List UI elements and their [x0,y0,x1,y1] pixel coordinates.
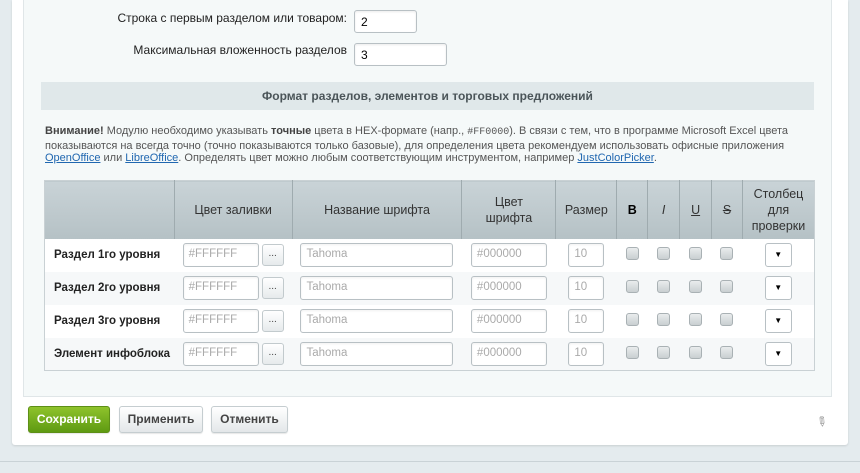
row-label: Элемент инфоблока [45,338,175,371]
note-bold: точные [271,125,311,137]
underline-checkbox[interactable] [689,313,702,326]
note-text: цвета в HEX-формате (напр., [311,125,467,137]
color-picker-button[interactable]: ... [262,244,284,266]
font-size-input[interactable]: 10 [568,276,604,300]
font-size-input[interactable]: 10 [568,342,604,366]
section-header: Формат разделов, элементов и торговых пр… [41,82,814,110]
note-text: . Определять цвет можно любым соответств… [178,152,577,164]
header-fill-color: Цвет заливки [174,181,292,239]
note-example: #FF0000 [467,127,509,138]
openoffice-link[interactable]: OpenOffice [45,152,100,164]
max-depth-input[interactable]: 3 [354,43,447,66]
header-size: Размер [556,181,617,239]
font-color-input[interactable]: #000000 [471,342,547,366]
check-column-select[interactable]: ▼ [765,276,792,300]
font-color-input[interactable]: #000000 [471,276,547,300]
underline-checkbox[interactable] [689,280,702,293]
first-row-input[interactable]: 2 [354,10,417,33]
header-check-column: Столбец для проверки [742,181,814,239]
italic-checkbox[interactable] [657,247,670,260]
table-row: Раздел 1го уровня #FFFFFF... Tahoma #000… [45,239,815,272]
strike-checkbox[interactable] [720,313,733,326]
max-depth-label: Максимальная вложенность разделов [60,43,347,57]
header-font-color: Цвет шрифта [462,181,556,239]
apply-button[interactable]: Применить [119,406,203,433]
bold-checkbox[interactable] [626,313,639,326]
warning-note: Внимание! Модулю необходимо указывать то… [45,125,815,165]
header-strike: S [712,181,743,239]
header-bold: B [617,181,648,239]
header-font-name: Название шрифта [292,181,462,239]
note-text: . [654,152,657,164]
note-text: Модулю необходимо указывать [104,125,271,137]
note-text: или [100,152,125,164]
underline-checkbox[interactable] [689,346,702,359]
format-table: Цвет заливкиНазвание шрифтаЦвет шрифтаРа… [44,180,815,371]
check-column-select[interactable]: ▼ [765,309,792,333]
strike-checkbox[interactable] [720,280,733,293]
bold-checkbox[interactable] [626,247,639,260]
color-picker-button[interactable]: ... [262,277,284,299]
cancel-button[interactable]: Отменить [211,406,288,433]
header-blank [45,181,175,239]
italic-checkbox[interactable] [657,346,670,359]
font-color-input[interactable]: #000000 [471,309,547,333]
warning-label: Внимание! [45,125,104,137]
font-name-input[interactable]: Tahoma [300,342,453,366]
table-row: Раздел 2го уровня #FFFFFF... Tahoma #000… [45,272,815,305]
justcolorpicker-link[interactable]: JustColorPicker [577,152,653,164]
table-row: Элемент инфоблока #FFFFFF... Tahoma #000… [45,338,815,371]
strike-checkbox[interactable] [720,346,733,359]
bold-checkbox[interactable] [626,346,639,359]
font-color-input[interactable]: #000000 [471,243,547,267]
font-size-input[interactable]: 10 [568,243,604,267]
bold-checkbox[interactable] [626,280,639,293]
table-row: Раздел 3го уровня #FFFFFF... Tahoma #000… [45,305,815,338]
check-column-select[interactable]: ▼ [765,342,792,366]
header-italic: I [648,181,680,239]
fill-color-input[interactable]: #FFFFFF [183,342,259,366]
italic-checkbox[interactable] [657,280,670,293]
row-label: Раздел 1го уровня [45,239,175,272]
underline-checkbox[interactable] [689,247,702,260]
color-picker-button[interactable]: ... [262,310,284,332]
libreoffice-link[interactable]: LibreOffice [125,152,178,164]
color-picker-button[interactable]: ... [262,343,284,365]
fill-color-input[interactable]: #FFFFFF [183,243,259,267]
header-underline: U [680,181,712,239]
row-label: Раздел 2го уровня [45,272,175,305]
font-size-input[interactable]: 10 [568,309,604,333]
font-name-input[interactable]: Tahoma [300,243,453,267]
divider [0,461,860,462]
font-name-input[interactable]: Tahoma [300,276,453,300]
row-label: Раздел 3го уровня [45,305,175,338]
save-button[interactable]: Сохранить [28,406,110,433]
font-name-input[interactable]: Tahoma [300,309,453,333]
fill-color-input[interactable]: #FFFFFF [183,309,259,333]
italic-checkbox[interactable] [657,313,670,326]
strike-checkbox[interactable] [720,247,733,260]
check-column-select[interactable]: ▼ [765,243,792,267]
fill-color-input[interactable]: #FFFFFF [183,276,259,300]
first-row-label: Строка с первым разделом или товаром: [60,11,347,25]
